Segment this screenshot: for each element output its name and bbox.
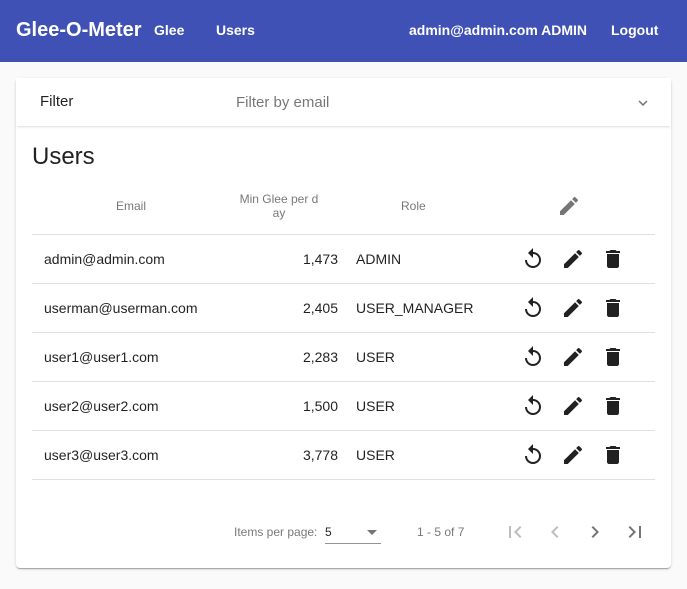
edit-icon[interactable] — [561, 394, 585, 418]
divider — [32, 479, 655, 480]
reset-icon[interactable] — [521, 247, 545, 271]
cell-role: USER_MANAGER — [356, 300, 474, 316]
first-page-icon[interactable] — [503, 520, 527, 544]
chevron-down-icon[interactable] — [634, 94, 652, 112]
edit-icon[interactable] — [561, 345, 585, 369]
next-page-icon[interactable] — [583, 520, 607, 544]
page-size-select[interactable]: 5 — [325, 522, 381, 544]
filter-title: Filter — [40, 93, 74, 110]
cell-email: user2@user2.com — [44, 398, 159, 414]
app-toolbar: Glee-O-Meter Glee Users admin@admin.com … — [0, 0, 687, 62]
divider — [32, 430, 655, 431]
column-header-min-glee[interactable]: Min Glee per d ay — [239, 192, 319, 220]
cell-role: USER — [356, 349, 395, 365]
reset-icon[interactable] — [521, 345, 545, 369]
previous-page-icon[interactable] — [543, 520, 567, 544]
cell-min-glee: 3,778 — [302, 447, 338, 463]
divider — [32, 234, 655, 235]
column-header-role[interactable]: Role — [401, 199, 426, 213]
column-header-email[interactable]: Email — [116, 199, 146, 213]
page-size-value: 5 — [325, 525, 332, 539]
delete-icon[interactable] — [601, 345, 625, 369]
cell-email: user1@user1.com — [44, 349, 159, 365]
logout-button[interactable]: Logout — [611, 20, 658, 40]
cell-role: ADMIN — [356, 251, 402, 267]
edit-icon[interactable] — [561, 296, 585, 320]
edit-icon[interactable] — [557, 194, 581, 218]
cell-email: admin@admin.com — [44, 251, 165, 267]
cell-email: user3@user3.com — [44, 447, 159, 463]
column-header-min-glee-line1: Min Glee per d — [239, 192, 319, 206]
page-range-label: 1 - 5 of 7 — [417, 525, 465, 539]
edit-icon[interactable] — [561, 443, 585, 467]
delete-icon[interactable] — [601, 296, 625, 320]
page-title: Users — [32, 143, 95, 170]
divider — [32, 332, 655, 333]
dropdown-arrow-icon — [367, 530, 377, 535]
filter-panel[interactable]: Filter — [16, 78, 671, 126]
cell-min-glee: 1,500 — [302, 398, 338, 414]
column-header-min-glee-line2: ay — [272, 206, 286, 220]
users-card: Filter Users Email Min Glee per d ay Rol… — [16, 78, 671, 568]
cell-role: USER — [356, 398, 395, 414]
delete-icon[interactable] — [601, 394, 625, 418]
reset-icon[interactable] — [521, 296, 545, 320]
last-page-icon[interactable] — [623, 520, 647, 544]
email-filter-input[interactable] — [236, 90, 616, 114]
cell-email: userman@userman.com — [44, 300, 198, 316]
app-title[interactable]: Glee-O-Meter — [16, 17, 142, 43]
delete-icon[interactable] — [601, 247, 625, 271]
cell-min-glee: 2,283 — [302, 349, 338, 365]
cell-role: USER — [356, 447, 395, 463]
nav-glee[interactable]: Glee — [154, 20, 184, 40]
reset-icon[interactable] — [521, 394, 545, 418]
cell-min-glee: 2,405 — [302, 300, 338, 316]
divider — [32, 381, 655, 382]
cell-min-glee: 1,473 — [302, 251, 338, 267]
divider — [32, 283, 655, 284]
current-user-label: admin@admin.com ADMIN — [409, 22, 588, 38]
reset-icon[interactable] — [521, 443, 545, 467]
items-per-page-label: Items per page: — [234, 525, 318, 539]
edit-icon[interactable] — [561, 247, 585, 271]
nav-users[interactable]: Users — [216, 20, 255, 40]
delete-icon[interactable] — [601, 443, 625, 467]
